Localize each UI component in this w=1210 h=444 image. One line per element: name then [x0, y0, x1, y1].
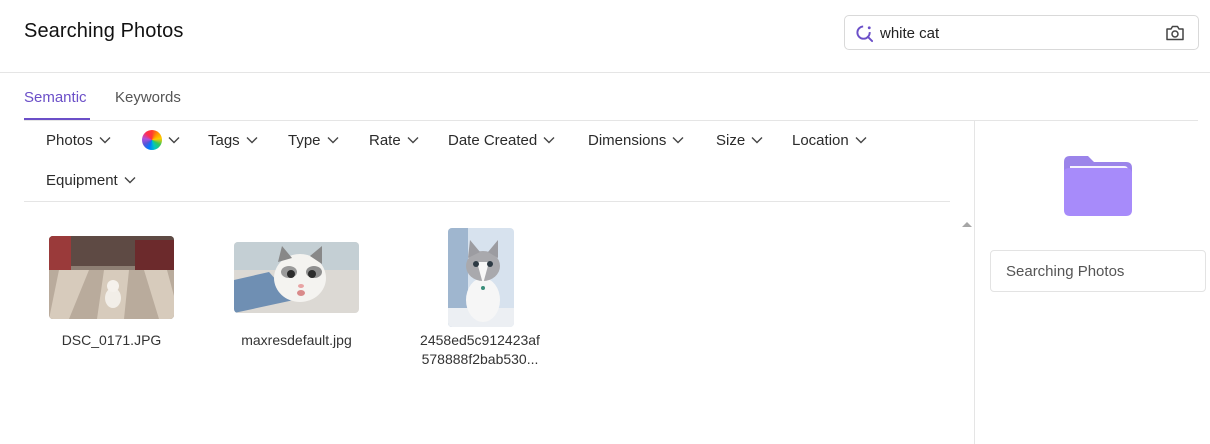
filter-label: Equipment: [46, 171, 118, 189]
panel-divider: [974, 121, 975, 444]
filter-type[interactable]: Type: [288, 130, 339, 150]
photo-name: 2458ed5c912423af 578888f2bab530...: [404, 331, 556, 369]
filter-label: Location: [792, 131, 849, 149]
photo-thumbnail[interactable]: [234, 242, 359, 313]
photo-thumbnail[interactable]: [448, 228, 514, 327]
photo-thumbnail[interactable]: [49, 236, 174, 319]
folder-name-field[interactable]: Searching Photos: [990, 250, 1206, 292]
filter-label: Rate: [369, 131, 401, 149]
photo-name: maxresdefault.jpg: [241, 332, 352, 348]
photo-name: DSC_0171.JPG: [61, 332, 162, 348]
filter-label: Size: [716, 131, 746, 149]
chevron-down-icon: [543, 137, 555, 144]
chevron-down-icon: [168, 137, 180, 144]
filter-location[interactable]: Location: [792, 130, 867, 150]
chevron-down-icon: [855, 137, 867, 144]
chevron-down-icon: [246, 137, 258, 144]
search-box[interactable]: [844, 15, 1199, 50]
photo-name-line: 578888f2bab530...: [421, 351, 539, 367]
filter-color[interactable]: [142, 130, 180, 150]
photo-image: [49, 236, 174, 319]
photo-image: [448, 228, 514, 327]
filter-equipment[interactable]: Equipment: [46, 170, 136, 190]
filter-label: Type: [288, 131, 321, 149]
filter-date-created[interactable]: Date Created: [448, 130, 555, 150]
filter-tags[interactable]: Tags: [208, 130, 258, 150]
search-input[interactable]: [880, 22, 1160, 44]
chevron-down-icon: [327, 137, 339, 144]
filter-label: Photos: [46, 131, 93, 149]
photo-name-line: 2458ed5c912423af: [420, 332, 540, 348]
filter-label: Dimensions: [588, 131, 667, 149]
filter-photos[interactable]: Photos: [46, 130, 111, 150]
color-wheel-icon: [142, 130, 162, 150]
tab-semantic[interactable]: Semantic: [24, 89, 87, 106]
filter-dimensions[interactable]: Dimensions: [588, 130, 684, 150]
chevron-down-icon: [124, 177, 136, 184]
filter-label: Date Created: [448, 131, 538, 149]
chevron-down-icon: [672, 137, 684, 144]
page-title: Searching Photos: [24, 20, 184, 42]
chevron-down-icon: [751, 137, 763, 144]
filter-bar: Photos Tags Type Rate Date Created Dimen…: [24, 121, 950, 202]
tab-bar: Semantic Keywords: [24, 73, 1198, 121]
tab-keywords[interactable]: Keywords: [115, 89, 181, 106]
filter-label: Tags: [208, 131, 240, 149]
ai-search-icon: [856, 25, 874, 43]
filter-rate[interactable]: Rate: [369, 130, 419, 150]
folder-icon: [1064, 156, 1132, 216]
camera-icon[interactable]: [1165, 24, 1185, 42]
scroll-up-arrow[interactable]: [962, 221, 972, 228]
photo-image: [234, 242, 359, 313]
chevron-down-icon: [99, 137, 111, 144]
chevron-down-icon: [407, 137, 419, 144]
header: Searching Photos: [0, 0, 1210, 73]
filter-size[interactable]: Size: [716, 130, 763, 150]
